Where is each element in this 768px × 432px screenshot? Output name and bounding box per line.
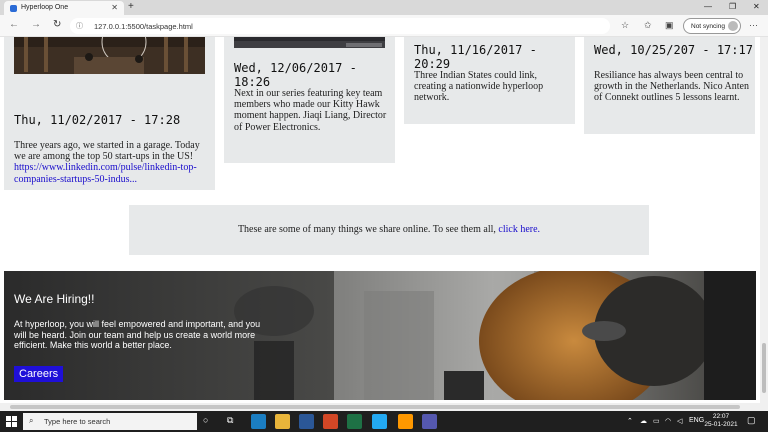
news-body: Resiliance has always been central to gr… — [594, 70, 749, 104]
news-link[interactable]: https://www.linkedin.com/pulse/linkedin-… — [14, 162, 197, 184]
hiring-title: We Are Hiring!! — [14, 292, 95, 306]
battery-icon[interactable]: ▭ — [653, 417, 660, 425]
site-info-icon[interactable]: ⓘ — [76, 21, 83, 31]
browser-tab[interactable]: Hyperloop One ✕ — [4, 1, 124, 15]
wifi-icon[interactable]: ◠ — [665, 417, 671, 425]
file-explorer-icon[interactable] — [275, 414, 290, 429]
teams-icon[interactable] — [422, 414, 437, 429]
windows-start-icon[interactable] — [6, 416, 17, 427]
news-text: Three years ago, we started in a garage.… — [14, 140, 200, 163]
edge-icon[interactable] — [251, 414, 266, 429]
new-tab-icon[interactable]: + — [128, 1, 134, 12]
careers-button[interactable]: Careers — [14, 366, 64, 382]
taskbar-search[interactable]: ⌕ Type here to search — [23, 413, 197, 430]
news-card-image — [234, 37, 385, 48]
favorites-icon[interactable]: ✩ — [644, 20, 652, 31]
url-text[interactable]: 127.0.0.1:5500/taskpage.html — [94, 22, 193, 31]
tab-title: Hyperloop One — [21, 4, 69, 11]
vertical-scroll-thumb[interactable] — [762, 343, 766, 393]
news-date: Thu, 11/02/2017 - 17:28 — [14, 113, 181, 127]
news-date: Wed, 12/06/2017 - 18:26 — [234, 61, 357, 89]
site-favicon-icon — [10, 5, 17, 12]
vertical-scrollbar[interactable] — [760, 37, 768, 403]
sync-label: Not syncing — [691, 22, 725, 30]
screen: Hyperloop One ✕ + — ❐ ✕ ← → ↻ ⓘ 127.0.0.… — [0, 0, 768, 432]
word-icon[interactable] — [299, 414, 314, 429]
news-card-image — [14, 37, 205, 74]
page-viewport: Thu, 11/02/2017 - 17:28 Three years ago,… — [0, 37, 760, 403]
profile-sync-button[interactable]: Not syncing — [683, 18, 741, 34]
hiring-text: At hyperloop, you will feel empowered an… — [14, 319, 261, 351]
clock-time: 22:07 — [712, 413, 730, 420]
clock-date: 25-01-2021 — [704, 421, 738, 429]
powerpoint-icon[interactable] — [323, 414, 338, 429]
windows-taskbar: ⌕ Type here to search ○ ⧉ ⌃ ☁ ▭ ◠ ◁ ENG … — [0, 411, 768, 432]
more-icon[interactable]: ··· — [749, 20, 758, 30]
share-text: These are some of many things we share o… — [237, 224, 499, 235]
excel-icon[interactable] — [347, 414, 362, 429]
tray-chevron-icon[interactable]: ⌃ — [627, 417, 633, 425]
share-banner: These are some of many things we share o… — [129, 205, 649, 255]
office-photo — [14, 37, 205, 74]
restore-icon[interactable]: ❐ — [729, 2, 736, 11]
hiring-banner: We Are Hiring!! At hyperloop, you will f… — [4, 271, 756, 400]
vscode-icon[interactable] — [372, 414, 387, 429]
news-card: Wed, 12/06/2017 - 18:26 Next in our seri… — [224, 37, 395, 163]
team-photo — [234, 37, 385, 48]
taskbar-clock[interactable]: 22:07 25-01-2021 — [703, 413, 739, 429]
news-date: Wed, 10/25/207 - 17:17 — [594, 43, 753, 57]
add-favorite-icon[interactable]: ☆ — [621, 20, 629, 31]
news-body: Three years ago, we started in a garage.… — [14, 140, 210, 185]
search-placeholder: Type here to search — [44, 417, 111, 426]
cortana-icon[interactable]: ○ — [203, 415, 208, 425]
news-date: Thu, 11/16/2017 - 20:29 — [414, 43, 537, 71]
refresh-icon[interactable]: ↻ — [53, 19, 61, 30]
news-card: Wed, 10/25/207 - 17:17 Resiliance has al… — [584, 37, 755, 134]
volume-icon[interactable]: ◁ — [677, 417, 682, 425]
task-view-icon[interactable]: ⧉ — [227, 415, 233, 426]
search-icon: ⌕ — [29, 416, 34, 425]
news-body: Three Indian States could link, creating… — [414, 70, 544, 104]
language-indicator[interactable]: ENG — [689, 417, 704, 424]
news-card: Thu, 11/16/2017 - 20:29 Three Indian Sta… — [404, 37, 575, 124]
share-link[interactable]: click here. — [498, 224, 540, 235]
cloud-icon[interactable]: ☁ — [640, 417, 647, 425]
news-body: Next in our series featuring key team me… — [234, 88, 387, 133]
browser-tab-bar: Hyperloop One ✕ + — ❐ ✕ — [0, 0, 768, 15]
back-icon[interactable]: ← — [9, 19, 19, 30]
tab-close-icon[interactable]: ✕ — [111, 3, 118, 12]
forward-icon[interactable]: → — [31, 19, 41, 30]
news-card: Thu, 11/02/2017 - 17:28 Three years ago,… — [4, 37, 215, 190]
horizontal-scrollbar[interactable] — [0, 403, 768, 411]
avatar — [728, 21, 738, 31]
collections-icon[interactable]: ▣ — [665, 20, 674, 31]
window-close-icon[interactable]: ✕ — [753, 2, 760, 11]
address-bar[interactable]: ⓘ 127.0.0.1:5500/taskpage.html — [70, 18, 610, 34]
sublime-icon[interactable] — [398, 414, 413, 429]
browser-toolbar: ← → ↻ ⓘ 127.0.0.1:5500/taskpage.html ☆ ✩… — [0, 15, 768, 37]
minimize-icon[interactable]: — — [704, 2, 712, 11]
horizontal-scroll-thumb[interactable] — [10, 405, 740, 409]
notifications-icon[interactable]: ▢ — [747, 415, 756, 426]
